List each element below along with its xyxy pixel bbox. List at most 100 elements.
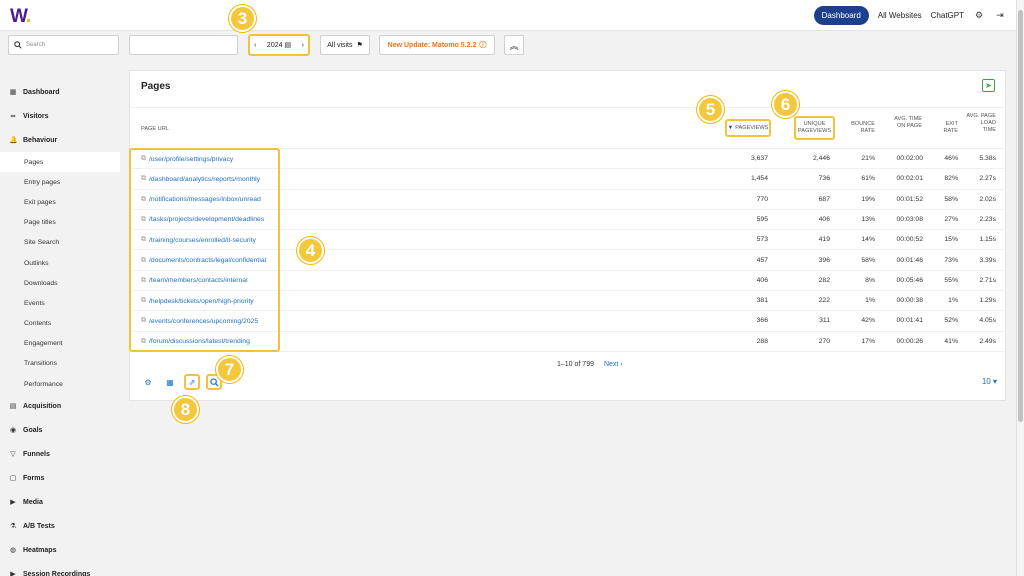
session-recordings-icon: ▶ xyxy=(10,571,16,576)
avg-time-value: 00:02:00 xyxy=(896,155,923,162)
matomo-logo[interactable]: W. xyxy=(10,6,31,28)
table-row[interactable]: ⧉/documents/contracts/legal/confidential… xyxy=(130,251,1005,271)
column-page-url[interactable]: PAGE URL xyxy=(141,126,169,133)
page-url-link[interactable]: ⧉/training/courses/enrolled/it-security xyxy=(141,236,256,244)
bounce-rate-value: 58% xyxy=(861,256,875,264)
sidebar-item-outlinks[interactable]: Outlinks xyxy=(0,253,120,273)
sidebar-item-transitions[interactable]: Transitions xyxy=(0,354,120,374)
next-period-icon[interactable]: › xyxy=(302,42,304,49)
table-row[interactable]: ⧉/forum/discussions/latest/trending 288 27… xyxy=(130,332,1005,352)
external-link-icon[interactable]: ⧉ xyxy=(141,196,146,204)
sidebar-item-funnels[interactable]: ▽ Funnels xyxy=(0,442,120,466)
column-pageviews[interactable]: ▼ PAGEVIEWS xyxy=(725,119,771,137)
sidebar-item-visitors[interactable]: ∞ Visitors xyxy=(0,104,120,128)
date-selector[interactable]: ‹ 2024 ▤ › xyxy=(248,34,310,56)
exit-rate-value: 55% xyxy=(944,276,958,284)
visitors-icon: ∞ xyxy=(10,112,16,120)
sidebar-item-pages[interactable]: Pages xyxy=(0,152,120,173)
update-notice[interactable]: New Update: Matomo 5.2.2 ⓘ xyxy=(379,35,495,55)
column-avg-page-load-time[interactable]: AVG. PAGE LOAD TIME xyxy=(966,113,996,134)
settings-icon[interactable]: ⚙ xyxy=(140,374,156,390)
sidebar-item-heatmaps[interactable]: ◍ Heatmaps xyxy=(0,538,120,562)
external-link-icon[interactable]: ⧉ xyxy=(141,216,146,224)
export-report-icon[interactable]: ⇗ xyxy=(184,374,200,390)
sidebar-item-exit-pages[interactable]: Exit pages xyxy=(0,192,120,212)
dashboard-button[interactable]: Dashboard xyxy=(813,6,869,25)
external-link-icon[interactable]: ⧉ xyxy=(141,277,146,285)
table-row[interactable]: ⧉/team/members/contacts/internal 406 282 8%… xyxy=(130,271,1005,292)
pageviews-value: 595 xyxy=(756,215,768,223)
external-link-icon[interactable]: ⧉ xyxy=(141,317,146,325)
table-row[interactable]: ⧉/events/conferences/upcoming/2025 366 311… xyxy=(130,311,1005,332)
collapse-button[interactable]: ︽ xyxy=(504,35,524,55)
chatgpt-link[interactable]: ChatGPT xyxy=(931,11,964,20)
search-icon xyxy=(14,41,22,49)
external-link-icon[interactable]: ⧉ xyxy=(141,155,146,163)
gear-icon[interactable]: ⚙ xyxy=(973,10,985,22)
search-input[interactable]: Search xyxy=(8,35,119,55)
page-url-link[interactable]: ⧉/team/members/contacts/internal xyxy=(141,277,248,285)
sidebar-item-dashboard[interactable]: ▦ Dashboard xyxy=(0,80,120,104)
row-limit-selector[interactable]: 10 ▾ xyxy=(982,377,997,386)
sidebar-item-media[interactable]: ▶ Media xyxy=(0,490,120,514)
sidebar-item-label: Transitions xyxy=(24,360,57,368)
page-url-link[interactable]: ⧉/documents/contracts/legal/confidential xyxy=(141,257,266,265)
sidebar-item-downloads[interactable]: Downloads xyxy=(0,273,120,293)
segment-label: All visits xyxy=(327,41,353,49)
sidebar-item-events[interactable]: Events xyxy=(0,293,120,313)
scrollbar-thumb[interactable] xyxy=(1018,10,1023,422)
sidebar-item-engagement[interactable]: Engagement xyxy=(0,334,120,354)
visualization-table-icon[interactable]: ▦ xyxy=(162,374,178,390)
sidebar-item-page-titles[interactable]: Page titles xyxy=(0,213,120,233)
table-row[interactable]: ⧉/tasks/projects/development/deadlines 59… xyxy=(130,210,1005,231)
table-row[interactable]: ⧉/dashboard/analytics/reports/monthly 1,4… xyxy=(130,169,1005,190)
external-link-icon[interactable]: ⧉ xyxy=(141,175,146,183)
page-url-link[interactable]: ⧉/dashboard/analytics/reports/monthly xyxy=(141,175,260,183)
sidebar-item-goals[interactable]: ◉ Goals xyxy=(0,418,120,442)
annotation-badge: 8 xyxy=(172,396,199,423)
column-unique-pageviews[interactable]: UNIQUE PAGEVIEWS xyxy=(794,116,835,140)
sidebar-item-contents[interactable]: Contents xyxy=(0,314,120,334)
sidebar-item-label: Dashboard xyxy=(23,88,60,96)
external-link-icon[interactable]: ⧉ xyxy=(141,338,146,346)
external-link-icon[interactable]: ⧉ xyxy=(141,236,146,244)
sidebar-item-label: Exit pages xyxy=(24,198,56,206)
goals-icon: ◉ xyxy=(9,427,17,435)
page-url-link[interactable]: ⧉/tasks/projects/development/deadlines xyxy=(141,216,264,224)
flag-icon: ⚑ xyxy=(356,42,363,49)
external-link-icon[interactable]: ⧉ xyxy=(141,257,146,265)
sort-desc-icon: ▼ xyxy=(727,124,734,131)
all-websites-link[interactable]: All Websites xyxy=(878,11,922,20)
bounce-rate-value: 14% xyxy=(861,236,875,244)
table-row[interactable]: ⧉/helpdesk/tickets/open/high-priority 381… xyxy=(130,291,1005,312)
next-page-link[interactable]: Next › xyxy=(604,361,623,368)
previous-period-icon[interactable]: ‹ xyxy=(254,42,256,49)
external-link-icon[interactable]: ⧉ xyxy=(141,297,146,305)
sidebar-item-forms[interactable]: ▢ Forms xyxy=(0,466,120,490)
sidebar-item-performance[interactable]: Performance xyxy=(0,374,120,394)
column-bounce-rate[interactable]: BOUNCE RATE xyxy=(843,121,875,135)
page-url-link[interactable]: ⧉/helpdesk/tickets/open/high-priority xyxy=(141,297,254,305)
page-url-link[interactable]: ⧉/forum/discussions/latest/trending xyxy=(141,338,250,346)
page-url-link[interactable]: ⧉/user/profile/settings/privacy xyxy=(141,155,233,163)
logout-icon[interactable]: ⇥ xyxy=(994,10,1006,22)
page-url-link[interactable]: ⧉/notifications/messages/inbox/unread xyxy=(141,196,261,204)
sidebar-item-session-recordings[interactable]: ▶ Session Recordings xyxy=(0,562,120,576)
sidebar-item-acquisition[interactable]: ▤ Acquisition xyxy=(0,394,120,418)
page-url-link[interactable]: ⧉/events/conferences/upcoming/2025 xyxy=(141,317,258,325)
table-row[interactable]: ⧉/notifications/messages/inbox/unread 770… xyxy=(130,190,1005,210)
sidebar-item-a-b-tests[interactable]: ⚗ A/B Tests xyxy=(0,514,120,538)
export-icon[interactable]: ➤ xyxy=(982,79,995,92)
sidebar-item-entry-pages[interactable]: Entry pages xyxy=(0,172,120,192)
segment-selector[interactable]: All visits ⚑ xyxy=(320,35,370,55)
sidebar-item-site-search[interactable]: Site Search xyxy=(0,233,120,253)
column-avg-time-on-page[interactable]: AVG. TIME ON PAGE xyxy=(887,116,922,130)
avg-time-value: 00:01:41 xyxy=(896,317,923,325)
site-selector[interactable] xyxy=(129,35,238,55)
column-exit-rate[interactable]: EXIT RATE xyxy=(931,121,958,135)
table-row[interactable]: ⧉/training/courses/enrolled/it-security 5… xyxy=(130,230,1005,251)
avg-time-value: 00:02:01 xyxy=(896,175,923,183)
page-scrollbar[interactable] xyxy=(1016,0,1024,576)
table-row[interactable]: ⧉/user/profile/settings/privacy 3,637 2,44… xyxy=(130,149,1005,170)
sidebar-item-behaviour[interactable]: 🔔 Behaviour xyxy=(0,128,120,152)
